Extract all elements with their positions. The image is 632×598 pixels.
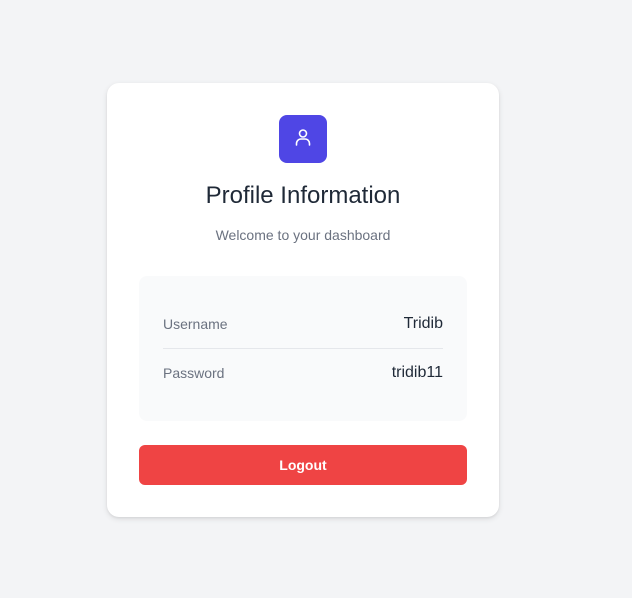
- logout-button[interactable]: Logout: [139, 445, 467, 485]
- page-subtitle: Welcome to your dashboard: [215, 227, 391, 243]
- avatar: [279, 115, 327, 163]
- info-row-password: Password tridib11: [163, 363, 443, 383]
- username-value: Tridib: [403, 315, 443, 332]
- user-icon: [293, 127, 313, 152]
- password-value: tridib11: [391, 364, 443, 381]
- divider: [163, 348, 443, 349]
- profile-info-panel: Username Tridib Password tridib11: [139, 276, 467, 421]
- info-row-username: Username Tridib: [163, 314, 443, 334]
- password-label: Password: [163, 365, 225, 381]
- page-title: Profile Information: [205, 182, 401, 209]
- profile-card: Profile Information Welcome to your dash…: [107, 83, 499, 517]
- username-label: Username: [163, 316, 228, 332]
